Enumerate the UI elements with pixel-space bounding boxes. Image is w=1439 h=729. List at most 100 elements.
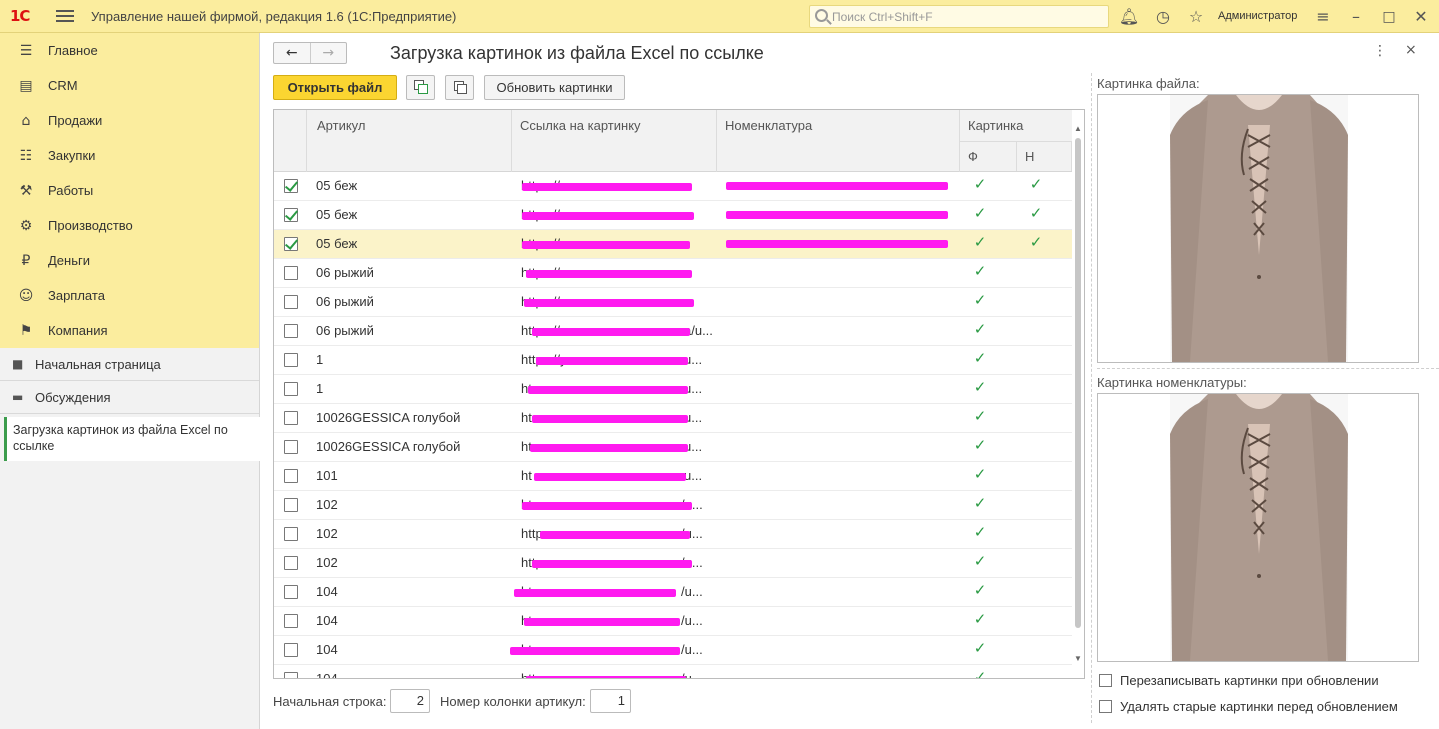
header-article[interactable]: Артикул — [307, 110, 512, 172]
section-main[interactable]: ☰ Главное — [0, 33, 259, 68]
user-name[interactable]: Администратор — [1218, 10, 1297, 22]
cell-link-end: /u... — [681, 584, 703, 599]
nomenclature-redaction — [726, 240, 948, 248]
table-row[interactable]: 104ht/u...✓ — [274, 636, 1072, 665]
row-checkbox[interactable] — [284, 440, 298, 454]
delete-old-option[interactable]: Удалять старые картинки перед обновление… — [1099, 699, 1398, 714]
panel-divider — [1091, 73, 1092, 723]
row-checkbox[interactable] — [284, 295, 298, 309]
cell-article: 06 рыжий — [316, 323, 374, 338]
table-row[interactable]: 104ht/u...✓ — [274, 578, 1072, 607]
table-row[interactable]: 06 рыжийhttps://...✓ — [274, 288, 1072, 317]
cell-article: 1 — [316, 381, 324, 396]
scroll-thumb[interactable] — [1075, 138, 1081, 628]
link-redaction — [514, 589, 676, 597]
table-row[interactable]: 05 бежhttps://...✓✓ — [274, 230, 1072, 259]
row-checkbox[interactable] — [284, 643, 298, 657]
main-menu-icon[interactable] — [56, 7, 74, 25]
maximize-icon[interactable]: □ — [1378, 6, 1400, 28]
table-row[interactable]: 102ht/u...✓ — [274, 491, 1072, 520]
row-checkbox[interactable] — [284, 556, 298, 570]
table-row[interactable]: 06 рыжийhttps://...✓ — [274, 259, 1072, 288]
table-row[interactable]: 06 рыжийhttps://wa/u...✓ — [274, 317, 1072, 346]
row-checkbox[interactable] — [284, 585, 298, 599]
forward-button[interactable]: → — [309, 43, 347, 63]
nav-discussions[interactable]: ▬ Обсуждения — [0, 381, 259, 414]
row-checkbox[interactable] — [284, 353, 298, 367]
header-image-nom[interactable]: Н — [1017, 141, 1072, 171]
row-checkbox[interactable] — [284, 469, 298, 483]
table-row[interactable]: 10026GESSICA голубой ht u... ✓ — [274, 404, 1072, 433]
table-row[interactable]: 104 https/u... ✓ — [274, 665, 1072, 679]
table-row[interactable]: 102http/u...✓ — [274, 520, 1072, 549]
settings-icon[interactable]: ≡ — [1312, 6, 1334, 28]
refresh-images-button[interactable]: Обновить картинки — [484, 75, 625, 100]
section-crm[interactable]: ▤ CRM — [0, 68, 259, 103]
file-image-check-icon: ✓ — [973, 668, 987, 679]
table-row[interactable]: 1 ht u... ✓ — [274, 375, 1072, 404]
more-icon[interactable]: ⋮ — [1373, 43, 1387, 59]
row-checkbox[interactable] — [284, 208, 298, 222]
nav-home[interactable]: ■ Начальная страница — [0, 348, 259, 381]
section-purchases[interactable]: ☷ Закупки — [0, 138, 259, 173]
search-input[interactable] — [832, 8, 1102, 25]
check-all-button[interactable] — [406, 75, 435, 100]
overwrite-checkbox[interactable] — [1099, 674, 1112, 687]
row-checkbox[interactable] — [284, 411, 298, 425]
table-row[interactable]: 05 бежhttps://...✓✓ — [274, 172, 1072, 201]
row-checkbox[interactable] — [284, 527, 298, 541]
table-row[interactable]: 10026GESSICA голубой ht u... ✓ — [274, 433, 1072, 462]
section-sales[interactable]: ⌂ Продажи — [0, 103, 259, 138]
header-link[interactable]: Ссылка на картинку — [512, 110, 717, 172]
back-button[interactable]: ← — [274, 43, 310, 63]
section-company[interactable]: ⚑ Компания — [0, 313, 259, 348]
table-row[interactable]: 102http/u...✓ — [274, 549, 1072, 578]
header-nomenclature[interactable]: Номенклатура — [717, 110, 960, 172]
star-icon[interactable]: ☆ — [1185, 6, 1207, 28]
cell-article: 05 беж — [316, 207, 358, 222]
table-row[interactable]: 05 бежhttps://...✓✓ — [274, 201, 1072, 230]
row-checkbox[interactable] — [284, 498, 298, 512]
table-row[interactable]: 104ht/u...✓ — [274, 607, 1072, 636]
open-file-button[interactable]: Открыть файл — [273, 75, 397, 100]
row-checkbox[interactable] — [284, 324, 298, 338]
crm-icon: ▤ — [19, 77, 33, 94]
scroll-down-icon[interactable]: ▼ — [1073, 654, 1083, 663]
open-form-tab[interactable]: Загрузка картинок из файла Excel по ссыл… — [4, 417, 260, 461]
table-row[interactable]: 1https://yu...✓ — [274, 346, 1072, 375]
row-checkbox[interactable] — [284, 266, 298, 280]
nomenclature-redaction — [726, 211, 948, 219]
delete-old-checkbox[interactable] — [1099, 700, 1112, 713]
section-production[interactable]: ⚙ Производство — [0, 208, 259, 243]
form-close-icon[interactable]: × — [1405, 42, 1417, 58]
section-salary[interactable]: ☺ Зарплата — [0, 278, 259, 313]
row-checkbox[interactable] — [284, 179, 298, 193]
overwrite-option[interactable]: Перезаписывать картинки при обновлении — [1099, 673, 1379, 688]
row-checkbox[interactable] — [284, 237, 298, 251]
section-works[interactable]: ⚒ Работы — [0, 173, 259, 208]
history-icon[interactable]: ◷ — [1152, 6, 1174, 28]
history-nav: ← → — [273, 42, 347, 64]
data-table[interactable]: Артикул Ссылка на картинку Номенклатура … — [273, 109, 1085, 679]
article-col-input[interactable]: 1 — [590, 689, 631, 713]
cell-article: 06 рыжий — [316, 294, 374, 309]
table-scrollbar[interactable]: ▲ ▼ — [1073, 124, 1083, 663]
uncheck-all-button[interactable] — [445, 75, 474, 100]
row-checkbox[interactable] — [284, 382, 298, 396]
link-redaction — [540, 531, 690, 539]
minimize-icon[interactable]: – — [1345, 6, 1367, 28]
nom-image-check-icon: ✓ — [1029, 175, 1043, 193]
app-logo[interactable]: 1С — [10, 7, 30, 25]
search-box[interactable] — [809, 5, 1109, 28]
scroll-up-icon[interactable]: ▲ — [1073, 124, 1083, 133]
row-checkbox[interactable] — [284, 672, 298, 678]
start-row-input[interactable]: 2 — [390, 689, 430, 713]
cell-link-end: u... — [684, 410, 703, 425]
row-checkbox[interactable] — [284, 614, 298, 628]
bell-icon[interactable]: 🔔︎ — [1118, 6, 1140, 28]
close-icon[interactable]: ✕ — [1410, 6, 1432, 28]
section-money[interactable]: ₽ Деньги — [0, 243, 259, 278]
header-image-file[interactable]: Ф — [960, 141, 1017, 171]
table-row[interactable]: 101 ht u... ✓ — [274, 462, 1072, 491]
search-icon — [815, 9, 828, 22]
